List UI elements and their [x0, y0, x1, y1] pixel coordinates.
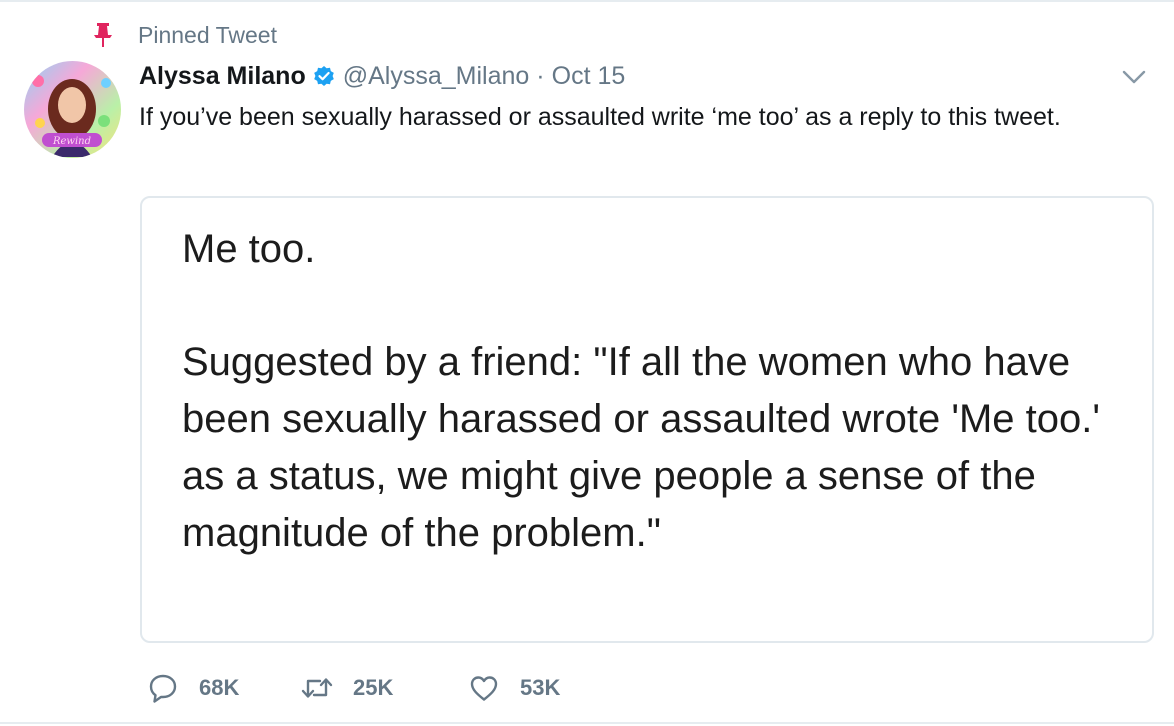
heart-icon: [468, 672, 500, 704]
retweet-button[interactable]: 25K: [301, 672, 468, 704]
reply-count: 68K: [199, 675, 240, 700]
card-body-text: Suggested by a friend: "If all the women…: [182, 340, 1101, 555]
svg-text:Rewind: Rewind: [52, 136, 91, 147]
retweet-count: 25K: [353, 675, 394, 700]
top-divider: [0, 0, 1174, 2]
tweet-text: If you’ve been sexually harassed or assa…: [139, 103, 1061, 131]
card-heading-text: Me too.: [182, 227, 316, 271]
avatar[interactable]: Rewind: [24, 61, 121, 158]
pinned-tweet-indicator: Pinned Tweet: [92, 20, 277, 50]
retweet-icon: [301, 672, 333, 704]
author-handle[interactable]: @Alyssa_Milano: [343, 62, 530, 91]
like-button[interactable]: 53K: [468, 672, 560, 704]
reply-icon: [147, 672, 179, 704]
reply-button[interactable]: 68K: [147, 672, 301, 704]
verified-badge-icon: [313, 65, 335, 87]
chevron-down-icon[interactable]: [1119, 62, 1149, 92]
tweet-header: Alyssa Milano @Alyssa_Milano · Oct 15: [139, 58, 625, 94]
like-count: 53K: [520, 675, 561, 700]
pinned-label: Pinned Tweet: [138, 21, 277, 48]
bottom-divider: [0, 722, 1174, 724]
tweet-actions: 68K 25K 53K: [147, 668, 560, 708]
separator-dot: ·: [536, 61, 545, 90]
pin-icon: [92, 22, 114, 48]
attached-image-card[interactable]: Me too. Suggested by a friend: "If all t…: [140, 196, 1154, 643]
author-display-name[interactable]: Alyssa Milano: [139, 62, 306, 91]
tweet-date[interactable]: Oct 15: [552, 62, 626, 91]
